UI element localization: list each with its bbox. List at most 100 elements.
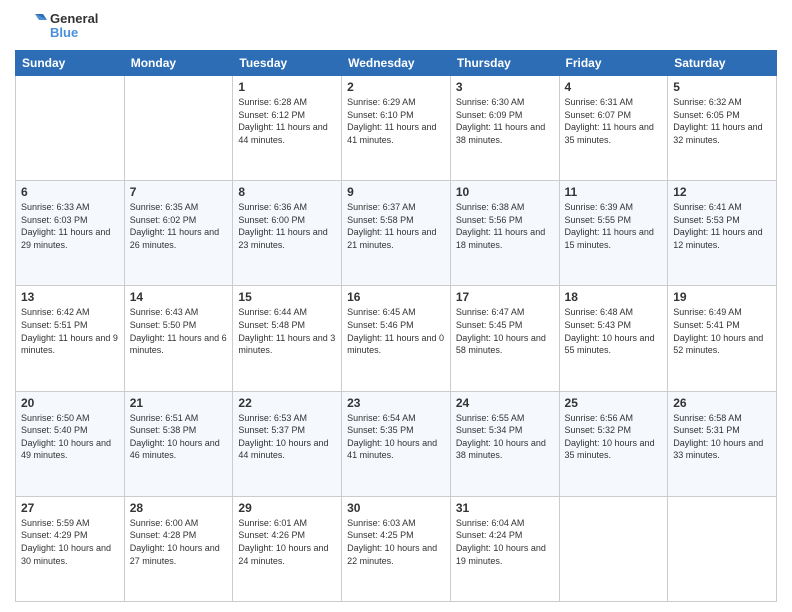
day-info: Sunrise: 6:31 AM Sunset: 6:07 PM Dayligh… (565, 96, 663, 146)
day-info: Sunrise: 6:47 AM Sunset: 5:45 PM Dayligh… (456, 306, 554, 356)
day-number: 28 (130, 501, 228, 515)
calendar-cell: 28 Sunrise: 6:00 AM Sunset: 4:28 PM Dayli… (124, 496, 233, 601)
day-number: 16 (347, 290, 445, 304)
day-info: Sunrise: 6:35 AM Sunset: 6:02 PM Dayligh… (130, 201, 228, 251)
calendar-cell: 30Sunrise: 6:03 AM Sunset: 4:25 PM Dayli… (342, 496, 451, 601)
day-number: 20 (21, 396, 119, 410)
calendar-cell: 3 Sunrise: 6:30 AM Sunset: 6:09 PM Daylig… (450, 76, 559, 181)
day-number: 25 (565, 396, 663, 410)
day-number: 6 (21, 185, 119, 199)
weekday-header-sunday: Sunday (16, 51, 125, 76)
day-info: Sunrise: 6:01 AM Sunset: 4:26 PM Dayligh… (238, 517, 336, 567)
day-info: Sunrise: 6:39 AM Sunset: 5:55 PM Dayligh… (565, 201, 663, 251)
day-number: 30 (347, 501, 445, 515)
calendar-cell: 7 Sunrise: 6:35 AM Sunset: 6:02 PM Daylig… (124, 181, 233, 286)
calendar-cell: 17 Sunrise: 6:47 AM Sunset: 5:45 PM Dayli… (450, 286, 559, 391)
day-number: 12 (673, 185, 771, 199)
day-info: Sunrise: 6:00 AM Sunset: 4:28 PM Dayligh… (130, 517, 228, 567)
logo-text: General Blue (50, 12, 98, 41)
day-number: 17 (456, 290, 554, 304)
day-number: 5 (673, 80, 771, 94)
page: General Blue SundayMondayTuesdayWednesda… (0, 0, 792, 612)
day-info: Sunrise: 6:36 AM Sunset: 6:00 PM Dayligh… (238, 201, 336, 251)
weekday-header-thursday: Thursday (450, 51, 559, 76)
day-info: Sunrise: 6:29 AM Sunset: 6:10 PM Dayligh… (347, 96, 445, 146)
calendar-cell (668, 496, 777, 601)
calendar-cell (559, 496, 668, 601)
week-row-3: 13 Sunrise: 6:42 AM Sunset: 5:51 PM Dayli… (16, 286, 777, 391)
day-number: 3 (456, 80, 554, 94)
logo-bird-icon (15, 10, 47, 42)
calendar-cell: 26Sunrise: 6:58 AM Sunset: 5:31 PM Dayli… (668, 391, 777, 496)
day-number: 22 (238, 396, 336, 410)
week-row-1: 1Sunrise: 6:28 AM Sunset: 6:12 PM Daylig… (16, 76, 777, 181)
day-info: Sunrise: 6:55 AM Sunset: 5:34 PM Dayligh… (456, 412, 554, 462)
weekday-header-tuesday: Tuesday (233, 51, 342, 76)
calendar-table: SundayMondayTuesdayWednesdayThursdayFrid… (15, 50, 777, 602)
calendar-cell: 8Sunrise: 6:36 AM Sunset: 6:00 PM Daylig… (233, 181, 342, 286)
day-info: Sunrise: 6:58 AM Sunset: 5:31 PM Dayligh… (673, 412, 771, 462)
logo-container: General Blue (15, 10, 98, 42)
day-info: Sunrise: 6:53 AM Sunset: 5:37 PM Dayligh… (238, 412, 336, 462)
calendar-cell: 24 Sunrise: 6:55 AM Sunset: 5:34 PM Dayli… (450, 391, 559, 496)
calendar-cell (124, 76, 233, 181)
calendar-cell: 31 Sunrise: 6:04 AM Sunset: 4:24 PM Dayli… (450, 496, 559, 601)
day-info: Sunrise: 6:44 AM Sunset: 5:48 PM Dayligh… (238, 306, 336, 356)
day-info: Sunrise: 6:42 AM Sunset: 5:51 PM Dayligh… (21, 306, 119, 356)
day-info: Sunrise: 6:38 AM Sunset: 5:56 PM Dayligh… (456, 201, 554, 251)
day-number: 23 (347, 396, 445, 410)
day-info: Sunrise: 6:56 AM Sunset: 5:32 PM Dayligh… (565, 412, 663, 462)
calendar-cell: 27Sunrise: 5:59 AM Sunset: 4:29 PM Dayli… (16, 496, 125, 601)
day-number: 27 (21, 501, 119, 515)
calendar-cell: 15 Sunrise: 6:44 AM Sunset: 5:48 PM Dayli… (233, 286, 342, 391)
day-number: 21 (130, 396, 228, 410)
day-info: Sunrise: 6:48 AM Sunset: 5:43 PM Dayligh… (565, 306, 663, 356)
day-info: Sunrise: 6:45 AM Sunset: 5:46 PM Dayligh… (347, 306, 445, 356)
header: General Blue (15, 10, 777, 42)
day-number: 24 (456, 396, 554, 410)
day-info: Sunrise: 6:37 AM Sunset: 5:58 PM Dayligh… (347, 201, 445, 251)
calendar-cell: 23Sunrise: 6:54 AM Sunset: 5:35 PM Dayli… (342, 391, 451, 496)
weekday-header-row: SundayMondayTuesdayWednesdayThursdayFrid… (16, 51, 777, 76)
day-info: Sunrise: 6:32 AM Sunset: 6:05 PM Dayligh… (673, 96, 771, 146)
weekday-header-monday: Monday (124, 51, 233, 76)
calendar-cell: 20Sunrise: 6:50 AM Sunset: 5:40 PM Dayli… (16, 391, 125, 496)
day-info: Sunrise: 6:51 AM Sunset: 5:38 PM Dayligh… (130, 412, 228, 462)
day-number: 18 (565, 290, 663, 304)
day-number: 15 (238, 290, 336, 304)
logo-blue: Blue (50, 26, 98, 40)
logo-general: General (50, 12, 98, 26)
day-number: 31 (456, 501, 554, 515)
calendar-cell: 16 Sunrise: 6:45 AM Sunset: 5:46 PM Dayli… (342, 286, 451, 391)
day-info: Sunrise: 6:49 AM Sunset: 5:41 PM Dayligh… (673, 306, 771, 356)
calendar-cell: 1Sunrise: 6:28 AM Sunset: 6:12 PM Daylig… (233, 76, 342, 181)
day-number: 14 (130, 290, 228, 304)
calendar-cell: 2Sunrise: 6:29 AM Sunset: 6:10 PM Daylig… (342, 76, 451, 181)
day-info: Sunrise: 6:33 AM Sunset: 6:03 PM Dayligh… (21, 201, 119, 251)
calendar-cell (16, 76, 125, 181)
calendar-cell: 22 Sunrise: 6:53 AM Sunset: 5:37 PM Dayli… (233, 391, 342, 496)
week-row-4: 20Sunrise: 6:50 AM Sunset: 5:40 PM Dayli… (16, 391, 777, 496)
calendar-cell: 25 Sunrise: 6:56 AM Sunset: 5:32 PM Dayli… (559, 391, 668, 496)
day-number: 29 (238, 501, 336, 515)
calendar-cell: 14Sunrise: 6:43 AM Sunset: 5:50 PM Dayli… (124, 286, 233, 391)
day-info: Sunrise: 6:04 AM Sunset: 4:24 PM Dayligh… (456, 517, 554, 567)
weekday-header-wednesday: Wednesday (342, 51, 451, 76)
day-number: 13 (21, 290, 119, 304)
calendar-cell: 5 Sunrise: 6:32 AM Sunset: 6:05 PM Daylig… (668, 76, 777, 181)
day-number: 10 (456, 185, 554, 199)
day-number: 11 (565, 185, 663, 199)
day-number: 19 (673, 290, 771, 304)
week-row-5: 27Sunrise: 5:59 AM Sunset: 4:29 PM Dayli… (16, 496, 777, 601)
weekday-header-friday: Friday (559, 51, 668, 76)
day-number: 7 (130, 185, 228, 199)
calendar-cell: 21 Sunrise: 6:51 AM Sunset: 5:38 PM Dayli… (124, 391, 233, 496)
day-info: Sunrise: 6:41 AM Sunset: 5:53 PM Dayligh… (673, 201, 771, 251)
calendar-cell: 4Sunrise: 6:31 AM Sunset: 6:07 PM Daylig… (559, 76, 668, 181)
calendar-cell: 9 Sunrise: 6:37 AM Sunset: 5:58 PM Daylig… (342, 181, 451, 286)
calendar-cell: 18 Sunrise: 6:48 AM Sunset: 5:43 PM Dayli… (559, 286, 668, 391)
day-info: Sunrise: 6:30 AM Sunset: 6:09 PM Dayligh… (456, 96, 554, 146)
calendar-cell: 6 Sunrise: 6:33 AM Sunset: 6:03 PM Daylig… (16, 181, 125, 286)
day-number: 9 (347, 185, 445, 199)
calendar-cell: 13 Sunrise: 6:42 AM Sunset: 5:51 PM Dayli… (16, 286, 125, 391)
